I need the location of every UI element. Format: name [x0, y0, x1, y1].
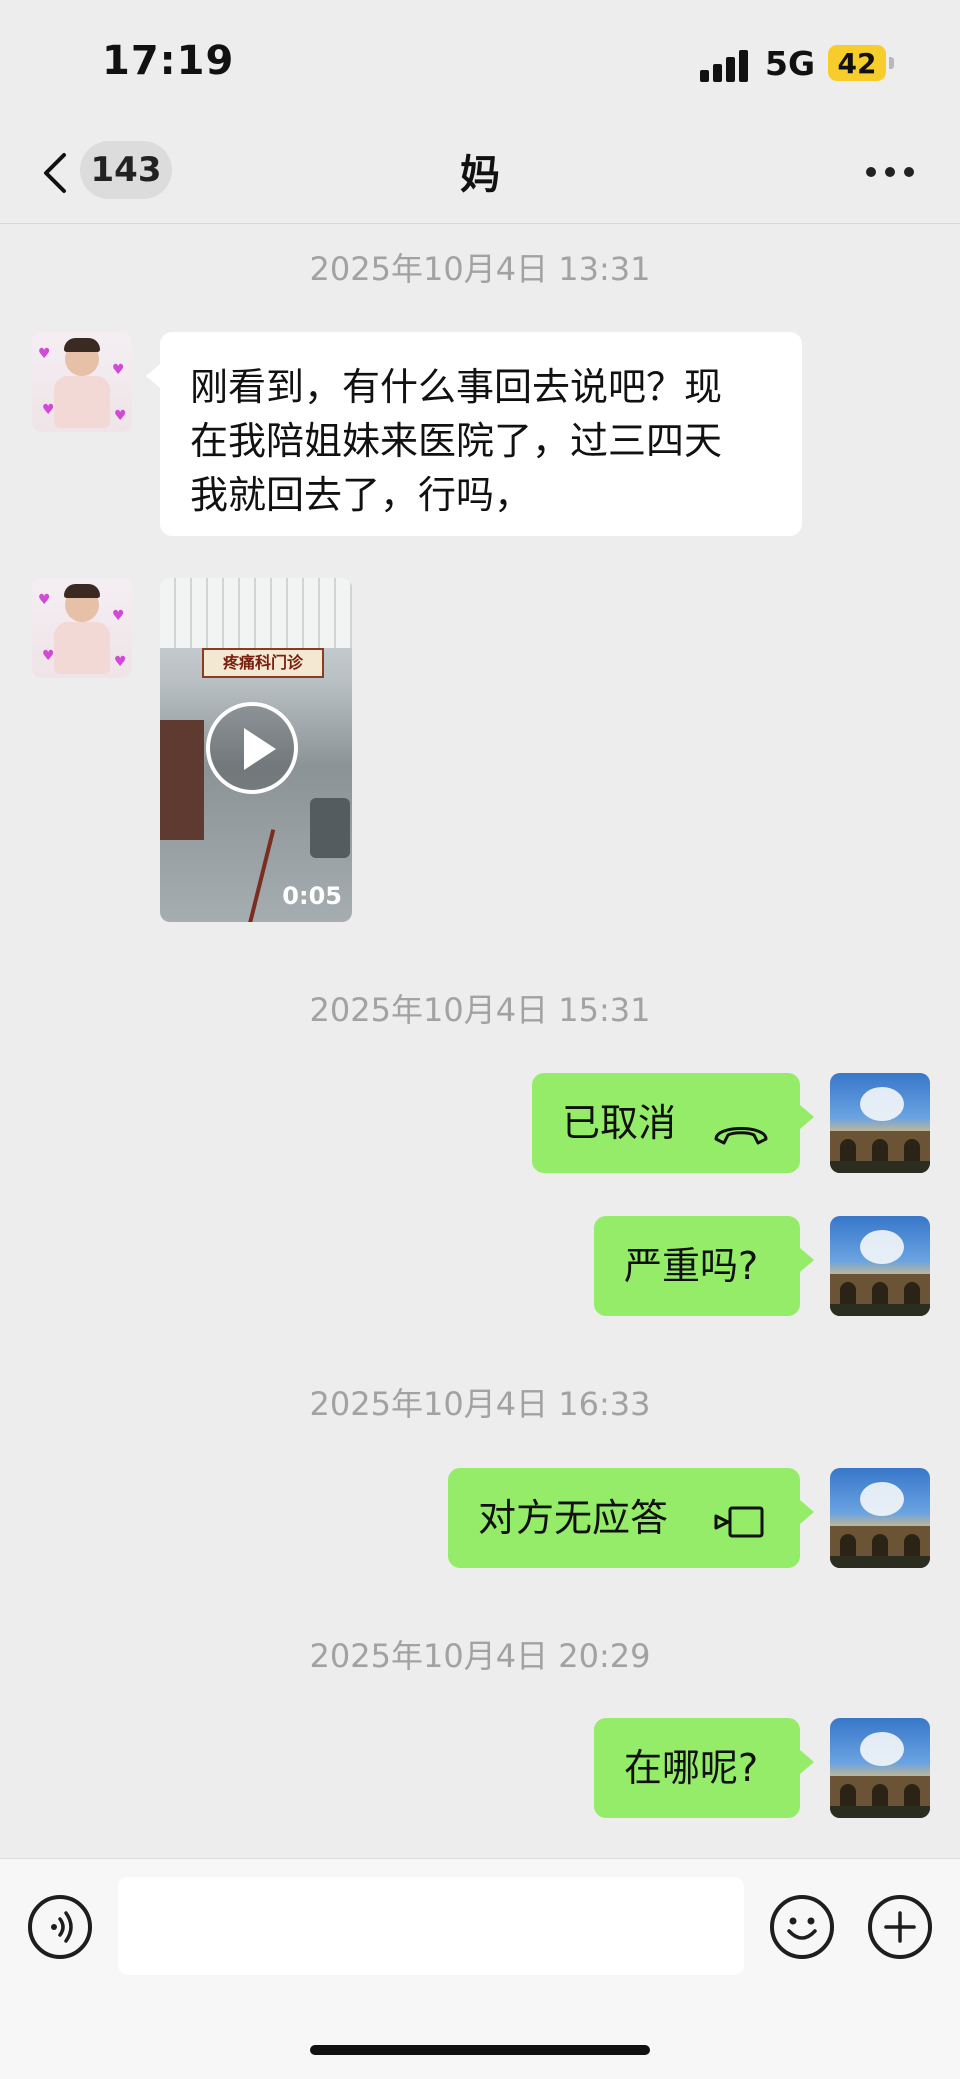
video-call-icon	[712, 1500, 766, 1554]
video-duration: 0:05	[282, 882, 342, 910]
emoji-icon[interactable]	[770, 1895, 834, 1959]
my-avatar[interactable]	[830, 1073, 930, 1173]
message-timestamp: 2025年10月4日 13:31	[309, 250, 651, 288]
chat-header: 143 妈	[0, 125, 960, 224]
voice-input-icon[interactable]	[28, 1895, 92, 1959]
outgoing-call-bubble[interactable]: 对方无应答	[448, 1468, 814, 1568]
video-scene-sign: 疼痛科门诊	[202, 648, 324, 678]
call-status-text: 已取消	[562, 1101, 677, 1145]
unread-count-badge[interactable]: 143	[80, 141, 172, 199]
network-type: 5G	[765, 44, 816, 83]
video-message-thumbnail[interactable]: 疼痛科门诊 0:05	[160, 578, 352, 922]
outgoing-call-bubble[interactable]: 已取消	[532, 1073, 814, 1173]
call-status-text: 对方无应答	[478, 1496, 669, 1540]
contact-avatar[interactable]: ♥ ♥ ♥ ♥	[32, 578, 132, 678]
message-text: 在哪呢?	[624, 1746, 759, 1790]
more-functions-plus-icon[interactable]	[868, 1895, 932, 1959]
video-scene-floor-line	[244, 829, 276, 922]
battery-icon: 42	[828, 45, 886, 81]
video-scene-chair	[310, 798, 350, 858]
message-timestamp: 2025年10月4日 15:31	[309, 991, 651, 1029]
phone-hangup-icon	[712, 1107, 770, 1161]
play-icon[interactable]	[206, 702, 298, 794]
my-avatar[interactable]	[830, 1718, 930, 1818]
message-text: 刚看到，有什么事回去说吧？现 在我陪姐妹来医院了，过三四天 我就回去了，行吗，	[190, 365, 723, 517]
more-options-icon[interactable]	[866, 167, 914, 179]
back-chevron-icon[interactable]	[36, 151, 76, 195]
message-text: 严重吗?	[624, 1244, 759, 1288]
contact-avatar[interactable]: ♥ ♥ ♥ ♥	[32, 332, 132, 432]
battery-tip	[889, 57, 894, 69]
status-bar: 17:19 5G 42	[0, 0, 960, 125]
chat-title: 妈	[460, 152, 500, 198]
my-avatar[interactable]	[830, 1216, 930, 1316]
video-scene-door	[160, 720, 204, 840]
outgoing-message-bubble[interactable]: 严重吗?	[594, 1216, 814, 1316]
outgoing-message-bubble[interactable]: 在哪呢?	[594, 1718, 814, 1818]
home-indicator[interactable]	[310, 2045, 650, 2055]
video-scene-ceiling	[160, 578, 352, 648]
message-timestamp: 2025年10月4日 20:29	[309, 1637, 651, 1675]
battery-level: 42	[837, 47, 877, 80]
incoming-message-bubble[interactable]: 刚看到，有什么事回去说吧？现 在我陪姐妹来医院了，过三四天 我就回去了，行吗，	[146, 332, 802, 536]
message-input[interactable]	[118, 1877, 744, 1975]
status-time: 17:19	[102, 38, 235, 84]
message-timestamp: 2025年10月4日 16:33	[309, 1385, 651, 1423]
my-avatar[interactable]	[830, 1468, 930, 1568]
signal-strength-icon	[700, 50, 752, 82]
